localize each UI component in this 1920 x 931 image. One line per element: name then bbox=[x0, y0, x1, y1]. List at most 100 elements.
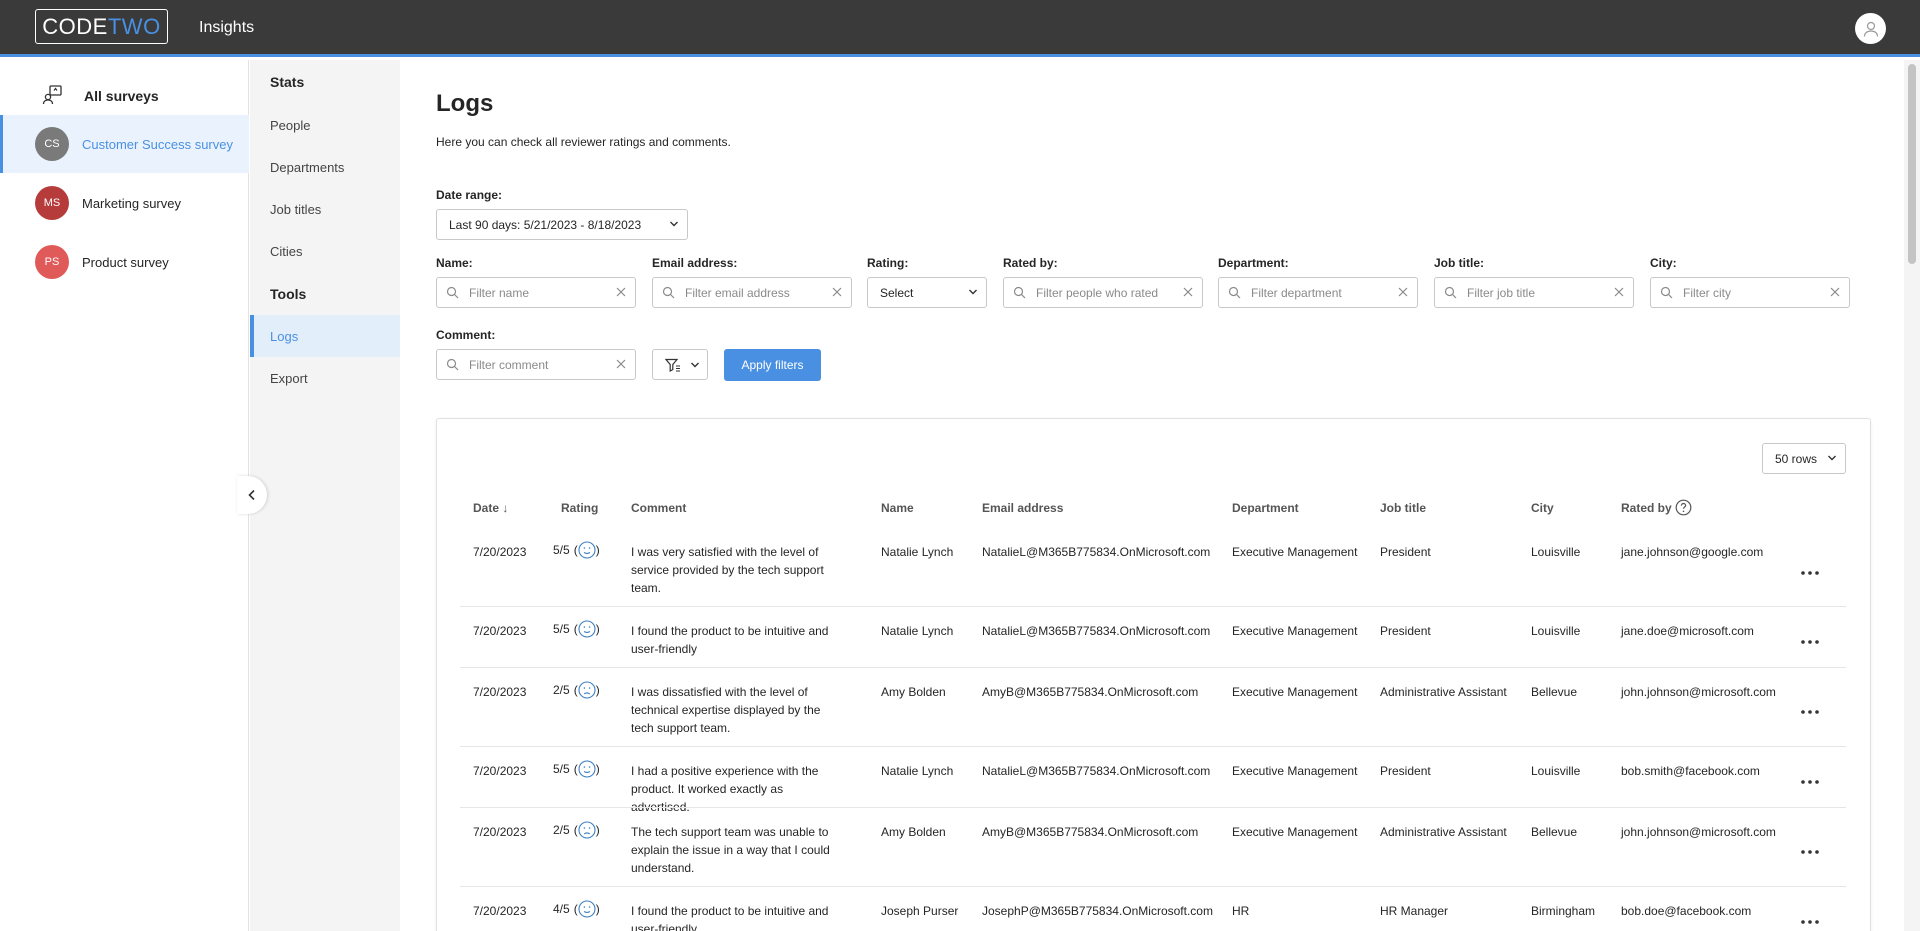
department-filter-input[interactable]: Filter department bbox=[1218, 277, 1418, 308]
column-header-email: Email address bbox=[982, 501, 1064, 515]
nav-item-cities[interactable]: Cities bbox=[250, 230, 400, 272]
clear-icon[interactable] bbox=[1182, 286, 1194, 298]
cell-rating: 2/5 () bbox=[553, 681, 600, 699]
city-filter-input[interactable]: Filter city bbox=[1650, 277, 1850, 308]
cell-date: 7/20/2023 bbox=[473, 685, 527, 699]
email-filter-label: Email address: bbox=[652, 256, 738, 270]
cell-email: NatalieL@M365B775834.OnMicrosoft.com bbox=[982, 624, 1211, 638]
name-filter-input[interactable]: Filter name bbox=[436, 277, 636, 308]
nav-item-logs[interactable]: Logs bbox=[250, 315, 400, 357]
more-actions-icon[interactable] bbox=[1800, 703, 1820, 714]
more-actions-icon[interactable] bbox=[1800, 633, 1820, 644]
column-header-date[interactable]: Date ↓ bbox=[473, 501, 508, 515]
cell-comment: The tech support team was unable to expl… bbox=[631, 825, 830, 875]
email-filter-input[interactable]: Filter email address bbox=[652, 277, 852, 308]
job-title-filter-placeholder: Filter job title bbox=[1467, 286, 1536, 300]
more-actions-icon[interactable] bbox=[1800, 564, 1820, 575]
cell-date: 7/20/2023 bbox=[473, 764, 527, 778]
job-title-filter-input[interactable]: Filter job title bbox=[1434, 277, 1634, 308]
clear-icon[interactable] bbox=[1397, 286, 1409, 298]
more-actions-icon[interactable] bbox=[1800, 843, 1820, 854]
rows-per-page-value: 50 rows bbox=[1775, 452, 1818, 466]
column-header-department: Department bbox=[1232, 501, 1299, 515]
column-header-name: Name bbox=[881, 501, 914, 515]
user-avatar[interactable] bbox=[1855, 13, 1886, 44]
paren-close: ) bbox=[595, 543, 600, 557]
more-actions-icon[interactable] bbox=[1800, 913, 1820, 924]
more-actions-icon[interactable] bbox=[1800, 773, 1820, 784]
logo-two-text: TWO bbox=[107, 13, 161, 39]
survey-item-product[interactable]: PS Product survey bbox=[0, 233, 249, 291]
paren-close: ) bbox=[595, 683, 600, 697]
clear-icon[interactable] bbox=[615, 286, 627, 298]
paren-close: ) bbox=[595, 902, 600, 916]
filter-settings-icon bbox=[665, 358, 680, 372]
nav-item-people[interactable]: People bbox=[250, 104, 400, 146]
nav-item-export[interactable]: Export bbox=[250, 357, 400, 399]
cell-department: Executive Management bbox=[1232, 764, 1358, 778]
search-icon bbox=[662, 286, 675, 299]
survey-item-marketing[interactable]: MS Marketing survey bbox=[0, 174, 249, 232]
name-filter-placeholder: Filter name bbox=[469, 286, 530, 300]
cell-comment: I found the product to be intuitive and … bbox=[631, 904, 829, 931]
cell-rating: 5/5 () bbox=[553, 541, 600, 559]
app-title: Insights bbox=[199, 19, 255, 36]
nav-item-job-titles[interactable]: Job titles bbox=[250, 188, 400, 230]
all-surveys-link[interactable]: All surveys bbox=[0, 78, 249, 114]
user-icon bbox=[1863, 21, 1878, 37]
clear-icon[interactable] bbox=[1613, 286, 1625, 298]
survey-item-customer-success[interactable]: CS Customer Success survey bbox=[0, 115, 249, 173]
cell-city: Louisville bbox=[1531, 764, 1581, 778]
date-range-select[interactable]: Last 90 days: 5/21/2023 - 8/18/2023 bbox=[436, 209, 688, 240]
rating-value: 5/5 bbox=[553, 622, 570, 636]
cell-name: Natalie Lynch bbox=[881, 624, 954, 638]
cell-rated-by: bob.smith@facebook.com bbox=[1621, 764, 1760, 778]
rating-filter-select[interactable]: Select bbox=[867, 277, 987, 308]
rated-by-filter-input[interactable]: Filter people who rated bbox=[1003, 277, 1203, 308]
happy-face-icon bbox=[578, 760, 596, 778]
top-bar: CODE TWO Insights bbox=[0, 0, 1920, 57]
clear-icon[interactable] bbox=[615, 358, 627, 370]
cell-job-title: Administrative Assistant bbox=[1380, 825, 1507, 839]
cell-department: Executive Management bbox=[1232, 624, 1358, 638]
column-header-city: City bbox=[1531, 501, 1554, 515]
clear-icon[interactable] bbox=[1829, 286, 1841, 298]
cell-job-title: President bbox=[1380, 764, 1431, 778]
survey-avatar: CS bbox=[35, 127, 69, 161]
rows-per-page-select[interactable]: 50 rows bbox=[1762, 443, 1846, 474]
date-range-label: Date range: bbox=[436, 188, 503, 202]
sad-face-icon bbox=[578, 681, 596, 699]
cell-date: 7/20/2023 bbox=[473, 825, 527, 839]
cell-email: AmyB@M365B775834.OnMicrosoft.com bbox=[982, 825, 1199, 839]
city-filter-label: City: bbox=[1650, 256, 1677, 270]
date-range-value: Last 90 days: 5/21/2023 - 8/18/2023 bbox=[449, 218, 642, 232]
cell-city: Bellevue bbox=[1531, 825, 1578, 839]
row-divider bbox=[460, 667, 1846, 668]
happy-face-icon bbox=[578, 900, 596, 918]
apply-filters-button[interactable]: Apply filters bbox=[724, 349, 821, 381]
comment-filter-input[interactable]: Filter comment bbox=[436, 349, 636, 380]
scrollbar-thumb[interactable] bbox=[1908, 64, 1916, 264]
help-icon[interactable] bbox=[1675, 499, 1692, 516]
row-divider bbox=[460, 886, 1846, 887]
cell-rating: 5/5 () bbox=[553, 760, 600, 778]
cell-job-title: President bbox=[1380, 545, 1431, 559]
survey-avatar: PS bbox=[35, 245, 69, 279]
page-scrollbar[interactable] bbox=[1904, 60, 1920, 931]
city-filter-placeholder: Filter city bbox=[1683, 286, 1731, 300]
filter-options-button[interactable] bbox=[652, 349, 708, 380]
cell-rating: 2/5 () bbox=[553, 821, 600, 839]
survey-name: Customer Success survey bbox=[82, 136, 233, 152]
stats-heading: Stats bbox=[270, 74, 305, 90]
nav-item-departments[interactable]: Departments bbox=[250, 146, 400, 188]
page-title: Logs bbox=[436, 90, 494, 117]
codetwo-logo[interactable]: CODE TWO bbox=[35, 9, 168, 44]
cell-rating: 5/5 () bbox=[553, 620, 600, 638]
clear-icon[interactable] bbox=[831, 286, 843, 298]
search-icon bbox=[446, 286, 459, 299]
cell-email: JosephP@M365B775834.OnMicrosoft.com bbox=[982, 904, 1213, 918]
cell-email: NatalieL@M365B775834.OnMicrosoft.com bbox=[982, 764, 1211, 778]
column-header-job-title: Job title bbox=[1380, 501, 1427, 515]
survey-name: Marketing survey bbox=[82, 195, 181, 211]
cell-city: Birmingham bbox=[1531, 904, 1596, 918]
